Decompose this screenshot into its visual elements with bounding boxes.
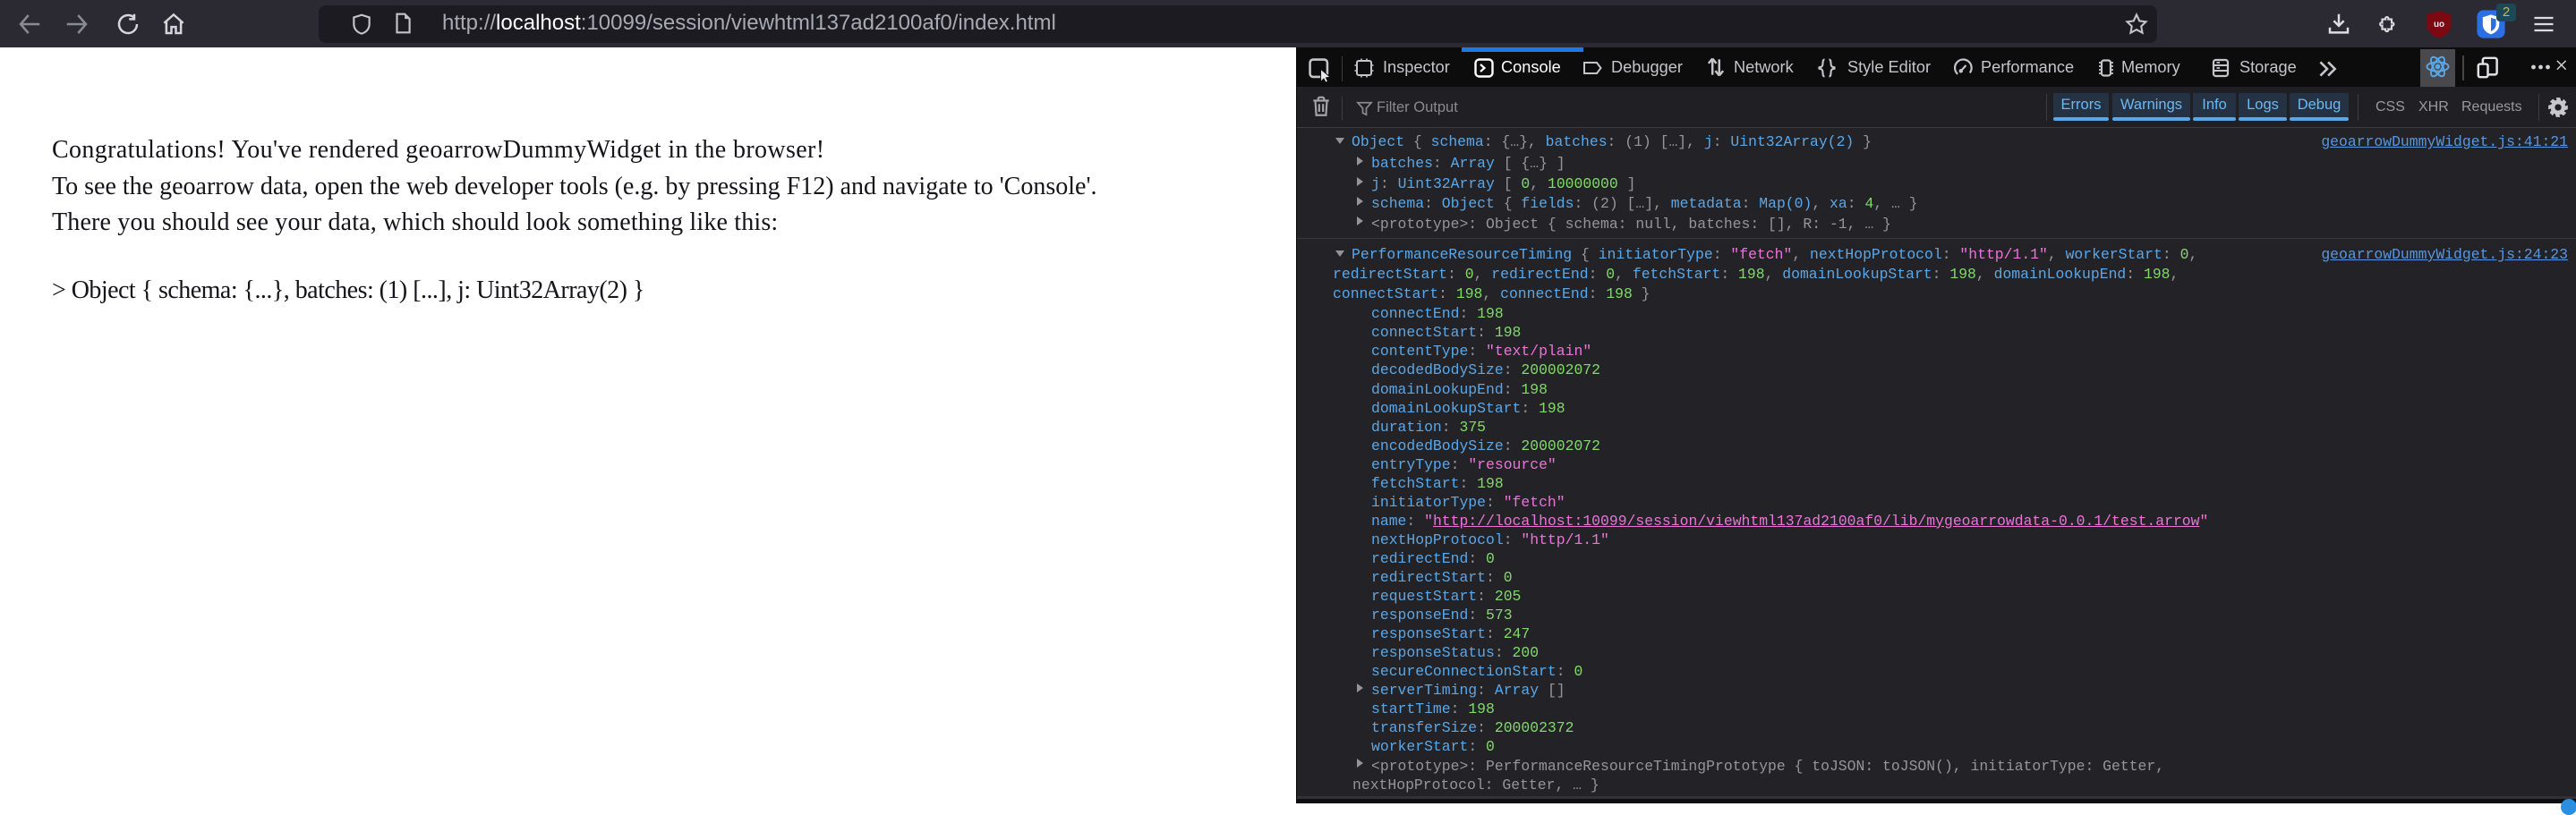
svg-text:uo: uo — [2434, 20, 2444, 30]
